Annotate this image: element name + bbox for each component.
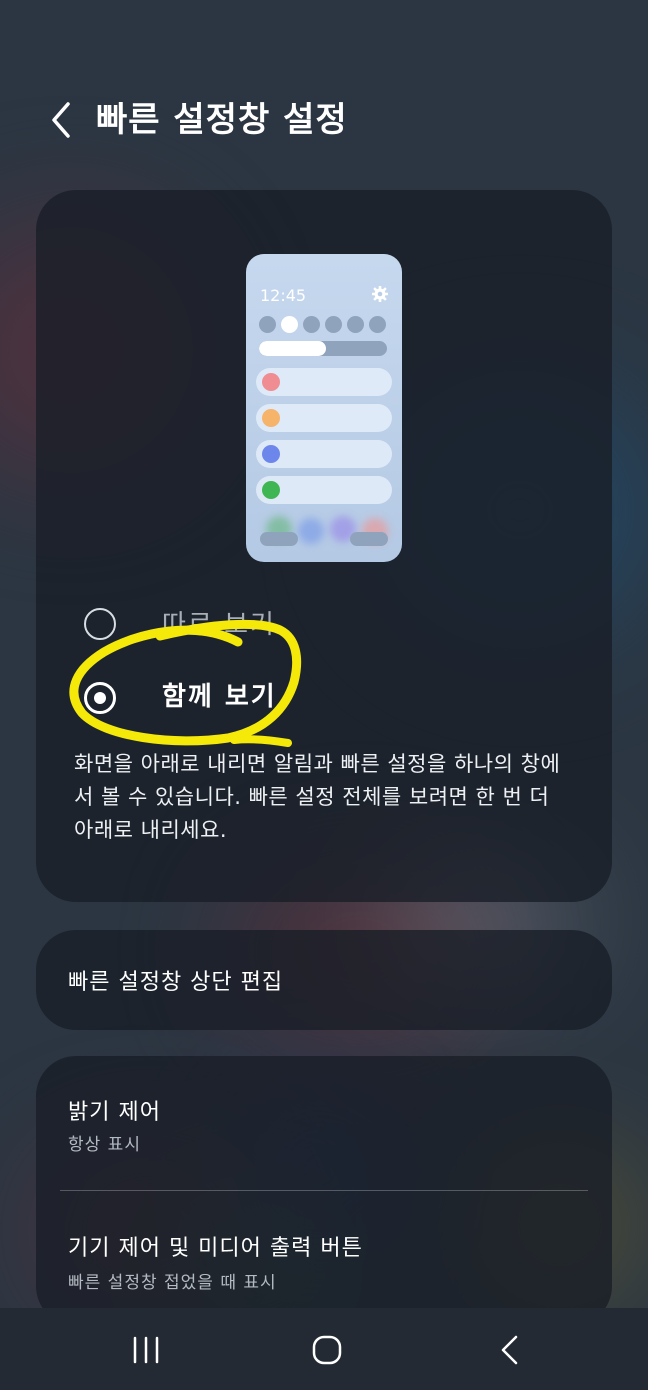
list-item-subtitle: 빠른 설정창 접었을 때 표시 [68,1273,277,1293]
list-item-title: 밝기 제어 [68,1100,161,1125]
preview-notification [256,368,392,396]
back-icon [501,1335,518,1365]
preview-quick-toggles [259,316,386,333]
recents-icon [133,1336,159,1364]
edit-top-button[interactable]: 빠른 설정창 상단 편집 [36,930,612,1030]
recents-button[interactable] [116,1328,176,1372]
home-icon [312,1335,342,1365]
preview-brightness-slider [259,341,387,356]
quick-panel-preview: 12:45 [246,254,402,562]
edit-top-title: 빠른 설정창 상단 편집 [68,970,284,995]
list-item-device-control[interactable]: 기기 제어 및 미디어 출력 버튼 빠른 설정창 접었을 때 표시 [36,1196,612,1306]
option-description: 화면을 아래로 내리면 알림과 빠른 설정을 하나의 창에서 볼 수 있습니다.… [74,752,561,842]
navigation-bar [0,1308,648,1390]
option-together-label[interactable]: 함께 보기 [162,680,277,714]
preview-pill [260,532,298,546]
preview-toggle [303,316,320,333]
preview-time: 12:45 [260,286,307,305]
list-item-title: 기기 제어 및 미디어 출력 버튼 [68,1236,363,1261]
preview-brightness-fill [259,341,326,356]
radio-together[interactable] [84,682,116,714]
list-item-brightness[interactable]: 밝기 제어 항상 표시 [36,1056,612,1166]
app-header: 빠른 설정창 설정 [0,0,648,190]
gear-icon [372,286,388,302]
preview-notification-dot [262,445,280,463]
back-button[interactable] [40,96,84,144]
preview-toggle [259,316,276,333]
preview-notification [256,440,392,468]
preview-notification-dot [262,409,280,427]
divider [60,1190,588,1191]
preview-toggle [281,316,298,333]
preview-pill [350,532,388,546]
list-item-subtitle: 항상 표시 [68,1135,141,1155]
settings-list-card: 밝기 제어 항상 표시 기기 제어 및 미디어 출력 버튼 빠른 설정창 접었을… [36,1056,612,1326]
home-button[interactable] [297,1328,357,1372]
preview-notification-dot [262,373,280,391]
preview-toggle [369,316,386,333]
preview-notification [256,404,392,432]
preview-notification-dot [262,481,280,499]
chevron-left-icon [52,102,70,138]
preview-toggle [347,316,364,333]
page-title: 빠른 설정창 설정 [96,100,348,140]
option-separate-label[interactable]: 따로 보기 [162,608,276,642]
nav-back-button[interactable] [480,1328,540,1372]
view-mode-card: 12:45 따로 보기 함께 보기 화면을 아래로 내리면 알림과 빠른 설정을… [36,190,612,902]
radio-separate[interactable] [84,608,116,640]
preview-toggle [325,316,342,333]
preview-notification [256,476,392,504]
preview-blur [298,518,324,544]
